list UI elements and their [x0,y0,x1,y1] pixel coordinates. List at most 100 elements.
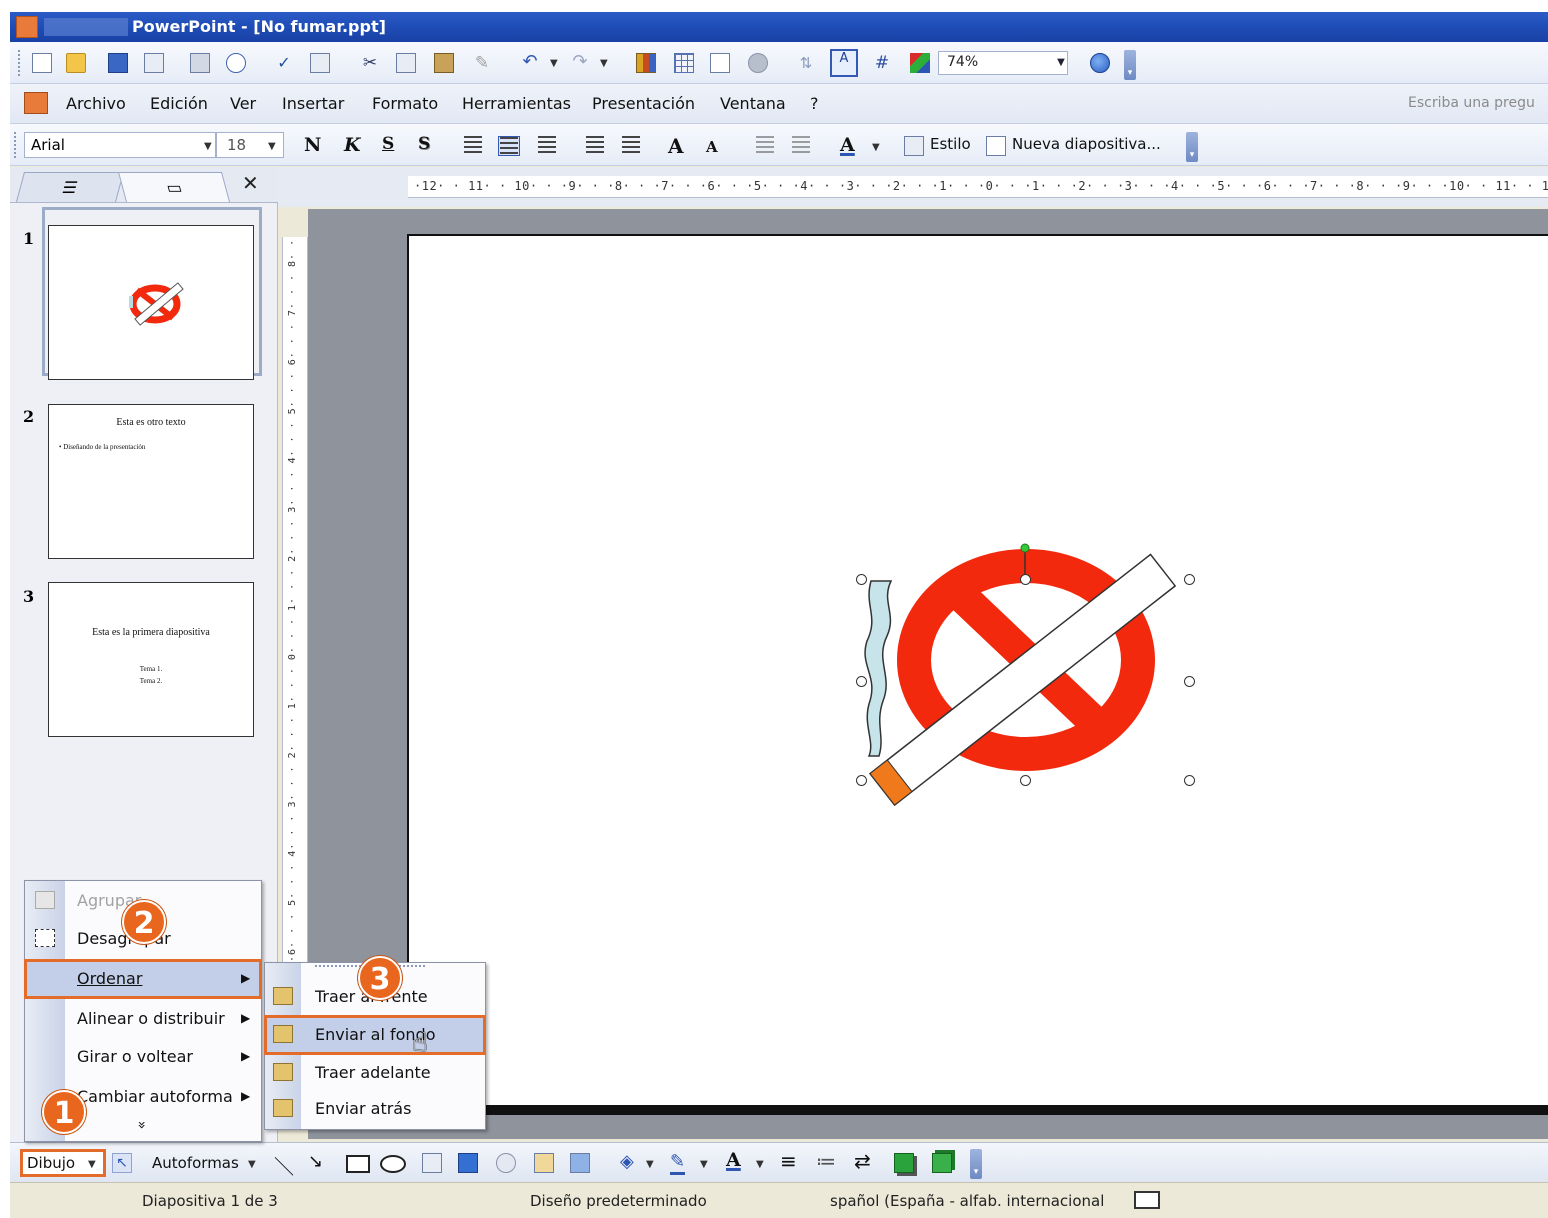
font-name-combobox[interactable]: Arial [24,132,216,158]
bold-button[interactable]: N [304,134,321,156]
print-preview-icon[interactable] [226,53,246,73]
selection-handle[interactable] [856,676,867,687]
color-grayscale-icon[interactable] [910,53,930,73]
document-icon[interactable] [24,92,48,114]
new-slide-button[interactable]: Nueva diapositiva... [1012,135,1161,153]
numbering-icon[interactable] [584,136,606,156]
font-color-icon[interactable]: A [840,134,855,156]
dibujo-dropdown-icon[interactable]: ▼ [88,1159,96,1170]
selection-handle[interactable] [1184,574,1195,585]
menu-presentacion[interactable]: Presentación [592,94,695,113]
undo-dropdown-icon[interactable]: ▼ [550,58,558,69]
line-color-dropdown-icon[interactable]: ▼ [700,1159,708,1170]
menu-edicion[interactable]: Edición [150,94,208,113]
ask-question-box[interactable]: Escriba una pregu [1408,95,1535,111]
toolbar-options-chevron-icon[interactable]: ▾ [1124,50,1136,80]
selection-handle[interactable] [1184,775,1195,786]
open-folder-icon[interactable] [66,53,86,73]
underline-button[interactable]: S [382,134,394,154]
redo-dropdown-icon[interactable]: ▼ [600,58,608,69]
font-color-icon[interactable]: A [726,1149,741,1171]
fill-dropdown-icon[interactable]: ▼ [646,1159,654,1170]
show-formatting-icon[interactable]: A [830,49,858,77]
textbox-icon[interactable] [422,1153,442,1173]
3d-style-icon[interactable] [932,1153,952,1173]
format-painter-icon[interactable]: ✎ [472,53,492,73]
dash-style-icon[interactable]: ≔ [816,1149,836,1173]
menu-item-girar[interactable]: Girar o voltear [77,1047,193,1066]
line-icon[interactable]: ＼ [274,1151,294,1180]
research-icon[interactable] [310,53,330,73]
paste-icon[interactable] [434,53,454,73]
powerpoint-app-icon[interactable] [16,16,38,38]
print-icon[interactable] [190,53,210,73]
selection-handle[interactable] [1020,574,1031,585]
diagram-icon[interactable] [496,1153,516,1173]
spelling-icon[interactable]: ✓ [274,53,294,73]
clipart-icon[interactable] [534,1153,554,1173]
save-icon[interactable] [108,53,128,73]
align-right-icon[interactable] [536,136,558,156]
align-left-icon[interactable] [462,136,484,156]
menu-ventana[interactable]: Ventana [720,94,786,113]
insert-table-icon[interactable] [674,53,694,73]
menu-formato[interactable]: Formato [372,94,438,113]
menu-item-ordenar[interactable]: Ordenar [77,969,142,988]
slide-thumbnail-2[interactable]: Esta es otro texto • Diseñando de la pre… [48,404,254,559]
menu-item-alinear[interactable]: Alinear o distribuir [77,1009,225,1028]
selection-handle[interactable] [856,574,867,585]
rectangle-icon[interactable] [346,1155,370,1173]
copy-icon[interactable] [396,53,416,73]
toolbar-grip[interactable] [14,132,17,158]
tables-borders-icon[interactable] [710,53,730,73]
arrow-icon[interactable]: ↘ [308,1151,323,1172]
toolbar-options-chevron-icon[interactable]: ▾ [970,1149,982,1179]
selection-handle[interactable] [856,775,867,786]
arrow-style-icon[interactable]: ⇄ [854,1149,871,1173]
increase-indent-icon[interactable] [790,136,812,156]
decrease-indent-icon[interactable] [754,136,776,156]
menu-expand-icon[interactable]: » [133,1121,149,1130]
style-icon[interactable] [904,136,924,156]
italic-button[interactable]: K [344,134,361,156]
font-color-dropdown-icon[interactable]: ▼ [756,1159,764,1170]
slide-thumbnail-3[interactable]: Esta es la primera diapositiva Tema 1. T… [48,582,254,737]
toolbar-grip[interactable] [18,50,21,76]
align-center-icon[interactable] [498,136,520,156]
tab-outline[interactable]: ☰ [15,172,125,202]
new-slide-icon[interactable] [986,136,1006,156]
rotation-handle[interactable] [1020,543,1030,553]
tab-slides[interactable]: ▭ [117,172,231,202]
horizontal-ruler[interactable]: ·12· · 11· · 10· · ·9· · ·8· · ·7· · ·6·… [408,176,1548,198]
oval-icon[interactable] [380,1155,406,1173]
menu-herramientas[interactable]: Herramientas [462,94,571,113]
toolbar-options-chevron-icon[interactable]: ▾ [1186,132,1198,162]
select-objects-icon[interactable]: ↖ [112,1153,132,1173]
font-dropdown-icon[interactable]: ▼ [204,141,212,152]
redo-icon[interactable]: ↷ [570,53,590,73]
autoformas-button[interactable]: Autoformas [152,1154,239,1172]
slide-1[interactable] [407,234,1548,1114]
menu-item-enviar-atras[interactable]: Enviar atrás [315,1099,411,1118]
expand-all-icon[interactable]: ⇅ [796,53,816,73]
insert-chart-icon[interactable] [636,53,656,73]
nosmoking-graphic[interactable] [409,236,1548,1116]
zoom-dropdown-icon[interactable]: ▼ [1053,51,1069,75]
size-dropdown-icon[interactable]: ▼ [268,141,276,152]
picture-icon[interactable] [570,1153,590,1173]
style-button[interactable]: Estilo [930,135,971,153]
spelling-status-icon[interactable] [1134,1191,1160,1209]
shadow-style-icon[interactable] [894,1153,914,1173]
fill-color-icon[interactable]: ◈ [620,1151,634,1172]
decrease-font-size-icon[interactable]: A [706,138,718,156]
line-color-icon[interactable]: ✎ [670,1151,686,1175]
increase-font-size-icon[interactable]: A [668,134,684,158]
menu-insertar[interactable]: Insertar [282,94,344,113]
line-style-icon[interactable]: ≡ [780,1149,797,1173]
shadow-button[interactable]: S [418,134,430,154]
cut-icon[interactable]: ✂ [360,53,380,73]
selection-handle[interactable] [1020,775,1031,786]
undo-icon[interactable]: ↶ [520,53,540,73]
insert-hyperlink-icon[interactable] [748,53,768,73]
menu-archivo[interactable]: Archivo [66,94,126,113]
